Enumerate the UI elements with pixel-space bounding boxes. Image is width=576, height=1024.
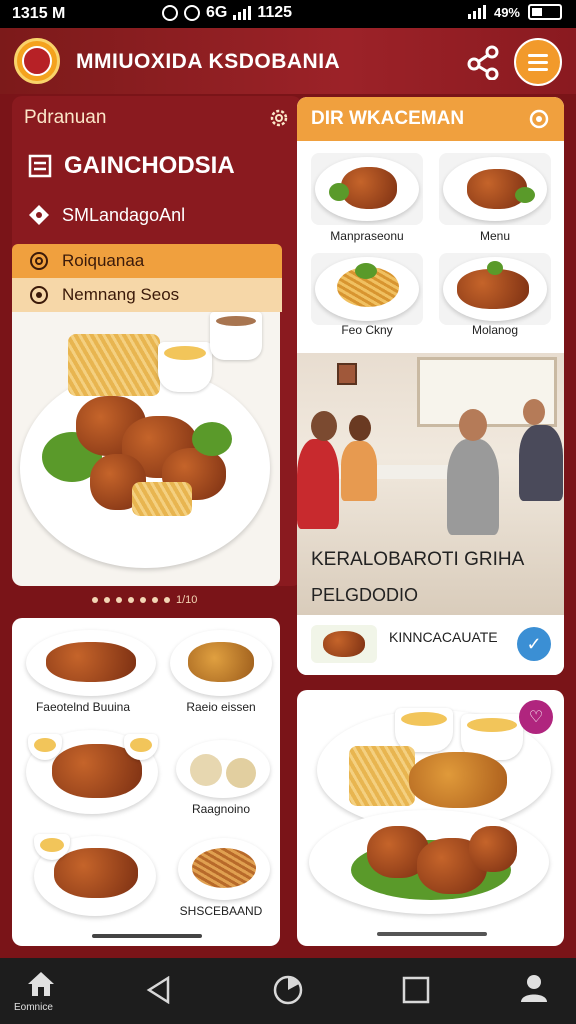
- back-icon[interactable]: [146, 976, 172, 1004]
- signal-icon: [233, 6, 252, 20]
- carousel-counter: 1/10: [176, 594, 198, 606]
- network-type: 6G: [206, 4, 228, 21]
- menu-thumb-label: Menu: [479, 229, 511, 243]
- dish-label: Raagnoino: [191, 802, 251, 816]
- dish-list-card: Faeotelnd Buuina Raeio eissen Raagnoino …: [12, 618, 280, 946]
- restaurant-subcaption: PELGDODIO: [311, 585, 419, 605]
- menu-card-footer: KINNCACAUATE ✓: [297, 615, 564, 675]
- dumpling: [226, 758, 256, 788]
- overview-icon[interactable]: [402, 976, 430, 1004]
- emblem-logo-icon[interactable]: [14, 38, 60, 84]
- dish-label: SHSCEBAAND: [179, 904, 263, 918]
- dish-label: Faeotelnd Buuina: [35, 700, 131, 714]
- tag-icon: [29, 205, 49, 225]
- menu-card-header: DIR WKACEMAN: [297, 97, 564, 141]
- nav-panel-header: Pdranuan: [12, 96, 302, 140]
- menu-thumb-label: Feo Ckny: [341, 323, 393, 337]
- nav-item-target[interactable]: Nemnang Seos: [12, 278, 282, 312]
- scroll-handle[interactable]: [92, 934, 202, 938]
- recent-icon[interactable]: [272, 974, 304, 1006]
- featured-dish-image[interactable]: [12, 312, 280, 586]
- nav-panel: Pdranuan GAINCHODSIA SMLandagoAnl Roiqua…: [12, 96, 302, 586]
- menu-thumb[interactable]: [439, 153, 551, 225]
- menu-thumb[interactable]: [439, 253, 551, 325]
- status-icons: 6G 1125: [162, 4, 292, 22]
- profile-icon[interactable]: [518, 972, 550, 1004]
- app-title: MMIUOXIDA KSDOBANIA: [76, 50, 341, 73]
- battery-icon: [528, 4, 562, 20]
- menu-thumb[interactable]: [311, 153, 423, 225]
- nav-item-label: Roiquanaa: [62, 251, 145, 270]
- menu-thumb-label: Manpraseonu: [330, 229, 404, 243]
- carousel-indicator[interactable]: 1/10: [92, 594, 197, 606]
- system-nav-bar: Eomnice: [0, 958, 576, 1024]
- home-label: Eomnice: [14, 1002, 53, 1013]
- search-icon: [30, 252, 48, 270]
- notification-icon: [184, 5, 200, 21]
- app-header: MMIUOXIDA KSDOBANIA: [0, 28, 576, 94]
- home-icon[interactable]: [26, 970, 56, 998]
- nav-panel-title: Pdranuan: [24, 107, 107, 128]
- heart-icon[interactable]: ♡: [519, 700, 553, 734]
- status-time: 1315 M: [12, 5, 66, 22]
- nav-item-label: Nemnang Seos: [62, 285, 180, 304]
- nav-item-main[interactable]: GAINCHODSIA: [12, 140, 302, 192]
- status-bar: 1315 M 6G 1125 49%: [0, 0, 576, 28]
- nav-item-label: GAINCHODSIA: [64, 152, 235, 179]
- dish-label: Raeio eissen: [186, 700, 256, 714]
- hamburger-menu-button[interactable]: [514, 38, 562, 86]
- feature-dish-card[interactable]: ♡: [297, 690, 564, 946]
- share-icon[interactable]: [466, 44, 502, 80]
- target-icon: [30, 286, 48, 304]
- document-icon: [28, 154, 52, 178]
- nav-item-tag[interactable]: SMLandagoAnl: [12, 192, 302, 238]
- dumpling: [190, 754, 222, 786]
- scroll-handle[interactable]: [377, 932, 487, 936]
- check-icon[interactable]: ✓: [517, 627, 551, 661]
- footer-label: KINNCACAUATE: [389, 629, 498, 645]
- restaurant-caption: KERALOBAROTI GRIHA: [311, 549, 525, 570]
- footer-thumb[interactable]: [311, 625, 377, 663]
- menu-card: DIR WKACEMAN Manpraseonu Menu Feo Ckny M…: [297, 97, 564, 675]
- gear-icon[interactable]: [268, 107, 290, 129]
- nav-item-label: SMLandagoAnl: [62, 204, 186, 225]
- nav-item-search[interactable]: Roiquanaa: [12, 244, 282, 278]
- status-right-time: 1125: [257, 4, 293, 21]
- restaurant-photo[interactable]: [297, 353, 564, 615]
- search-icon[interactable]: [528, 108, 550, 130]
- notification-icon: [162, 5, 178, 21]
- status-right: 49%: [467, 4, 562, 20]
- menu-thumb[interactable]: [311, 253, 423, 325]
- battery-percent: 49%: [493, 4, 520, 20]
- signal-icon: [467, 5, 486, 19]
- menu-thumb-label: Molanog: [471, 323, 519, 337]
- menu-card-title: DIR WKACEMAN: [311, 108, 465, 129]
